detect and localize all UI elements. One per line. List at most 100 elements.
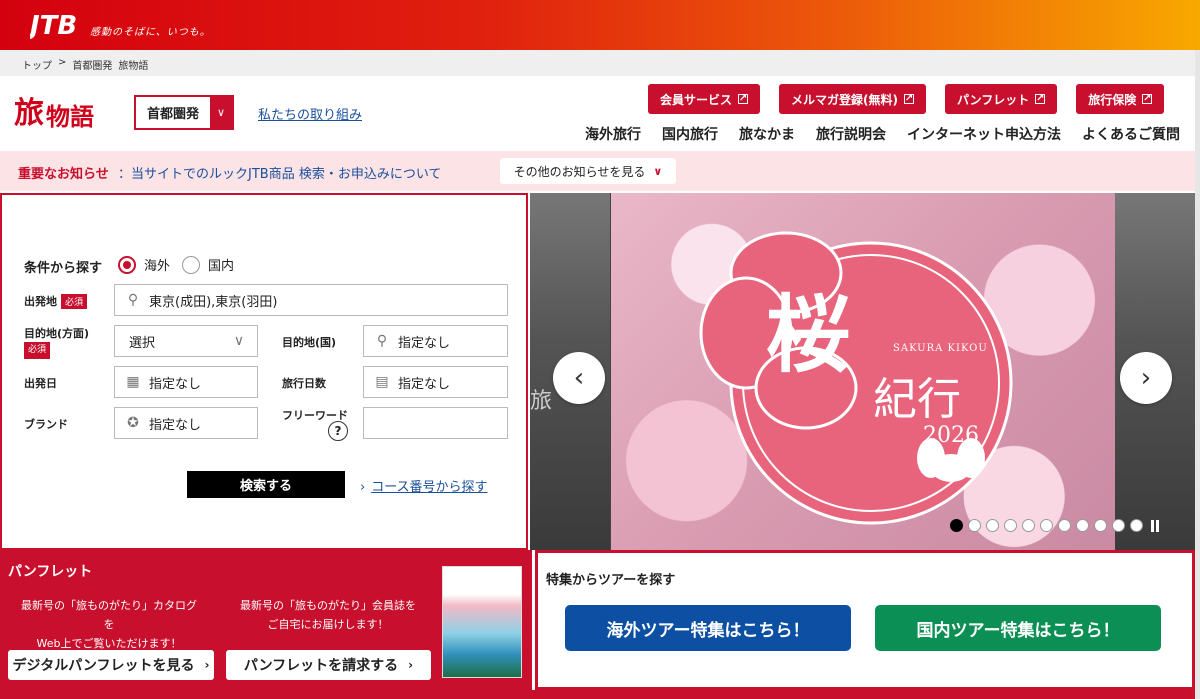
features-title: 特集からツアーを探す — [546, 573, 676, 588]
required-badge: 必須 — [24, 342, 51, 359]
required-badge: 必須 — [61, 294, 88, 309]
location-pin-icon: ⚲ — [376, 333, 388, 349]
carousel-dot[interactable] — [1094, 519, 1107, 532]
nav-faq[interactable]: よくあるご質問 — [1082, 124, 1180, 144]
carousel-dot[interactable] — [1058, 519, 1071, 532]
more-notices-button[interactable]: その他のお知らせを見る ∨ — [500, 158, 676, 184]
brand-field[interactable]: ✪ 指定なし — [114, 407, 258, 439]
departure-date-field[interactable]: ▦ 指定なし — [114, 366, 258, 398]
chevron-left-icon: ‹ — [573, 363, 585, 393]
breadcrumb: トップ > 首都圏発 旅物語 — [22, 57, 148, 72]
pamphlet-request-desc: 最新号の「旅ものがたり」会員誌を ご自宅にお届けします！ — [236, 596, 420, 634]
chevron-right-icon: › — [1140, 363, 1152, 393]
slide-year: 2026 — [923, 423, 979, 448]
nav-online-application[interactable]: インターネット申込方法 — [907, 124, 1061, 144]
destination-country-value: 指定なし — [398, 335, 451, 351]
departure-value: 東京(成田),東京(羽田) — [149, 294, 278, 310]
carousel-dot[interactable] — [1004, 519, 1017, 532]
domestic-feature-button[interactable]: 国内ツアー特集はこちら！ — [875, 605, 1161, 651]
search-button[interactable]: 検索する — [187, 471, 345, 498]
tagline: 感動のそばに、いつも。 — [90, 27, 211, 38]
notice-message-link[interactable]: ：当サイトでのルックJTB商品 検索・お申込みについて — [118, 163, 441, 182]
pamphlet-request-desc-line2: ご自宅にお届けします！ — [267, 618, 389, 631]
digital-pamphlet-button[interactable]: デジタルパンフレットを見る › — [8, 650, 214, 680]
sakura-kikou-slide[interactable]: 桜 SAKURA KIKOU 紀行 2026 — [611, 193, 1115, 550]
carousel-dots — [950, 519, 1161, 532]
carousel-prev-button[interactable]: ‹ — [553, 352, 605, 404]
previous-slide-text: 旅 — [530, 389, 553, 414]
pamphlet-cover-image[interactable] — [442, 566, 522, 678]
radio-checked-icon — [118, 255, 136, 274]
region-select-label: 首都圏発 — [146, 107, 199, 122]
tabimonogatari-logo[interactable]: 旅 物語 — [14, 88, 94, 132]
radio-overseas-label: 海外 — [144, 259, 171, 274]
breadcrumb-top[interactable]: トップ — [22, 57, 52, 72]
pamphlet-header-label: パンフレット — [957, 92, 1030, 107]
notice-title: 重要なお知らせ — [18, 167, 109, 182]
pamphlet-header-button[interactable]: パンフレット ↗ — [945, 84, 1058, 114]
carousel-dot[interactable] — [986, 519, 999, 532]
sakura-kikou-english: SAKURA KIKOU — [893, 343, 988, 354]
pamphlet-digital-desc-line1: 最新号の「旅ものがたり」カタログを — [21, 599, 197, 631]
radio-domestic[interactable]: 国内 — [182, 255, 234, 274]
sakura-kanji: 桜 — [766, 285, 851, 384]
newsletter-button[interactable]: メルマガ登録(無料) ↗ — [779, 84, 926, 114]
carousel-next-button[interactable]: › — [1120, 352, 1172, 404]
carousel-dot[interactable] — [1130, 519, 1143, 532]
calendar-icon: ▦ — [126, 374, 140, 390]
nav-briefing[interactable]: 旅行説明会 — [816, 124, 886, 144]
top-brand-bar: JTB 感動のそばに、いつも。 — [0, 0, 1200, 50]
trip-days-field[interactable]: ▤ 指定なし — [363, 366, 508, 398]
chevron-down-icon: ∨ — [653, 164, 663, 178]
more-notices-label: その他のお知らせを見る — [513, 164, 646, 179]
initiatives-link[interactable]: 私たちの取り組み — [258, 104, 362, 123]
chevron-down-icon: ∨ — [210, 97, 232, 128]
chevron-right-icon: › — [360, 480, 366, 495]
insurance-label: 旅行保険 — [1088, 92, 1137, 107]
help-icon[interactable]: ? — [328, 421, 348, 441]
request-pamphlet-button[interactable]: パンフレットを請求する › — [226, 650, 431, 680]
pamphlet-section: パンフレット 最新号の「旅ものがたり」カタログを Web上でご覧いただけます！ … — [0, 550, 532, 690]
carousel-dot[interactable] — [1022, 519, 1035, 532]
search-title: 条件から探す — [24, 261, 103, 276]
hero-carousel: 旅 桜 SAKURA KIKOU 紀行 2026 ‹ › — [530, 193, 1195, 550]
nav-domestic[interactable]: 国内旅行 — [662, 124, 718, 144]
insurance-button[interactable]: 旅行保険 ↗ — [1076, 84, 1165, 114]
pause-icon[interactable] — [1151, 519, 1161, 532]
jtb-logo-text: JTB — [30, 11, 77, 40]
brand-value: 指定なし — [149, 417, 202, 433]
pamphlet-title: パンフレット — [8, 564, 93, 580]
carousel-dot[interactable] — [968, 519, 981, 532]
breadcrumb-current: 旅物語 — [118, 61, 149, 72]
region-select[interactable]: 首都圏発 ∨ — [134, 95, 234, 130]
carousel-dot[interactable] — [950, 519, 963, 532]
course-number-link[interactable]: › コース番号から探す — [360, 476, 488, 495]
destination-area-label: 目的地(方面) 必須 — [24, 326, 89, 359]
carousel-dot[interactable] — [1076, 519, 1089, 532]
external-link-icon: ↗ — [1142, 93, 1153, 104]
jtb-logo[interactable]: JTB — [30, 8, 82, 40]
nav-overseas[interactable]: 海外旅行 — [585, 124, 641, 144]
feature-tours-section: 特集からツアーを探す 海外ツアー特集はこちら！ 国内ツアー特集はこちら！ — [535, 550, 1195, 690]
destination-area-select[interactable]: 選択 ∨ — [114, 325, 258, 357]
freeword-input[interactable] — [363, 407, 508, 439]
days-value: 指定なし — [398, 376, 451, 392]
location-pin-icon: ⚲ — [127, 292, 139, 308]
breadcrumb-sep: > — [58, 57, 67, 68]
pamphlet-digital-desc-line2: Web上でご覧いただけます！ — [36, 637, 182, 650]
radio-overseas[interactable]: 海外 — [118, 255, 170, 274]
member-service-button[interactable]: 会員サービス ↗ — [648, 84, 761, 114]
overseas-feature-button[interactable]: 海外ツアー特集はこちら！ — [565, 605, 851, 651]
destination-area-label-text: 目的地(方面) — [24, 327, 90, 340]
destination-area-value: 選択 — [129, 335, 156, 351]
header-buttons: 会員サービス ↗ メルマガ登録(無料) ↗ パンフレット ↗ 旅行保険 ↗ — [648, 84, 1165, 114]
nav-tabinakama[interactable]: 旅なかま — [739, 124, 795, 144]
destination-country-field[interactable]: ⚲ 指定なし — [363, 325, 508, 357]
request-pamphlet-label: パンフレットを請求する — [243, 658, 399, 674]
breadcrumb-region[interactable]: 首都圏発 — [72, 57, 112, 72]
carousel-dot[interactable] — [1040, 519, 1053, 532]
departure-field[interactable]: ⚲ 東京(成田),東京(羽田) — [114, 284, 508, 316]
carousel-dot[interactable] — [1112, 519, 1125, 532]
page-scrollbar[interactable] — [1195, 50, 1200, 699]
destination-country-label: 目的地(国) — [282, 336, 337, 349]
